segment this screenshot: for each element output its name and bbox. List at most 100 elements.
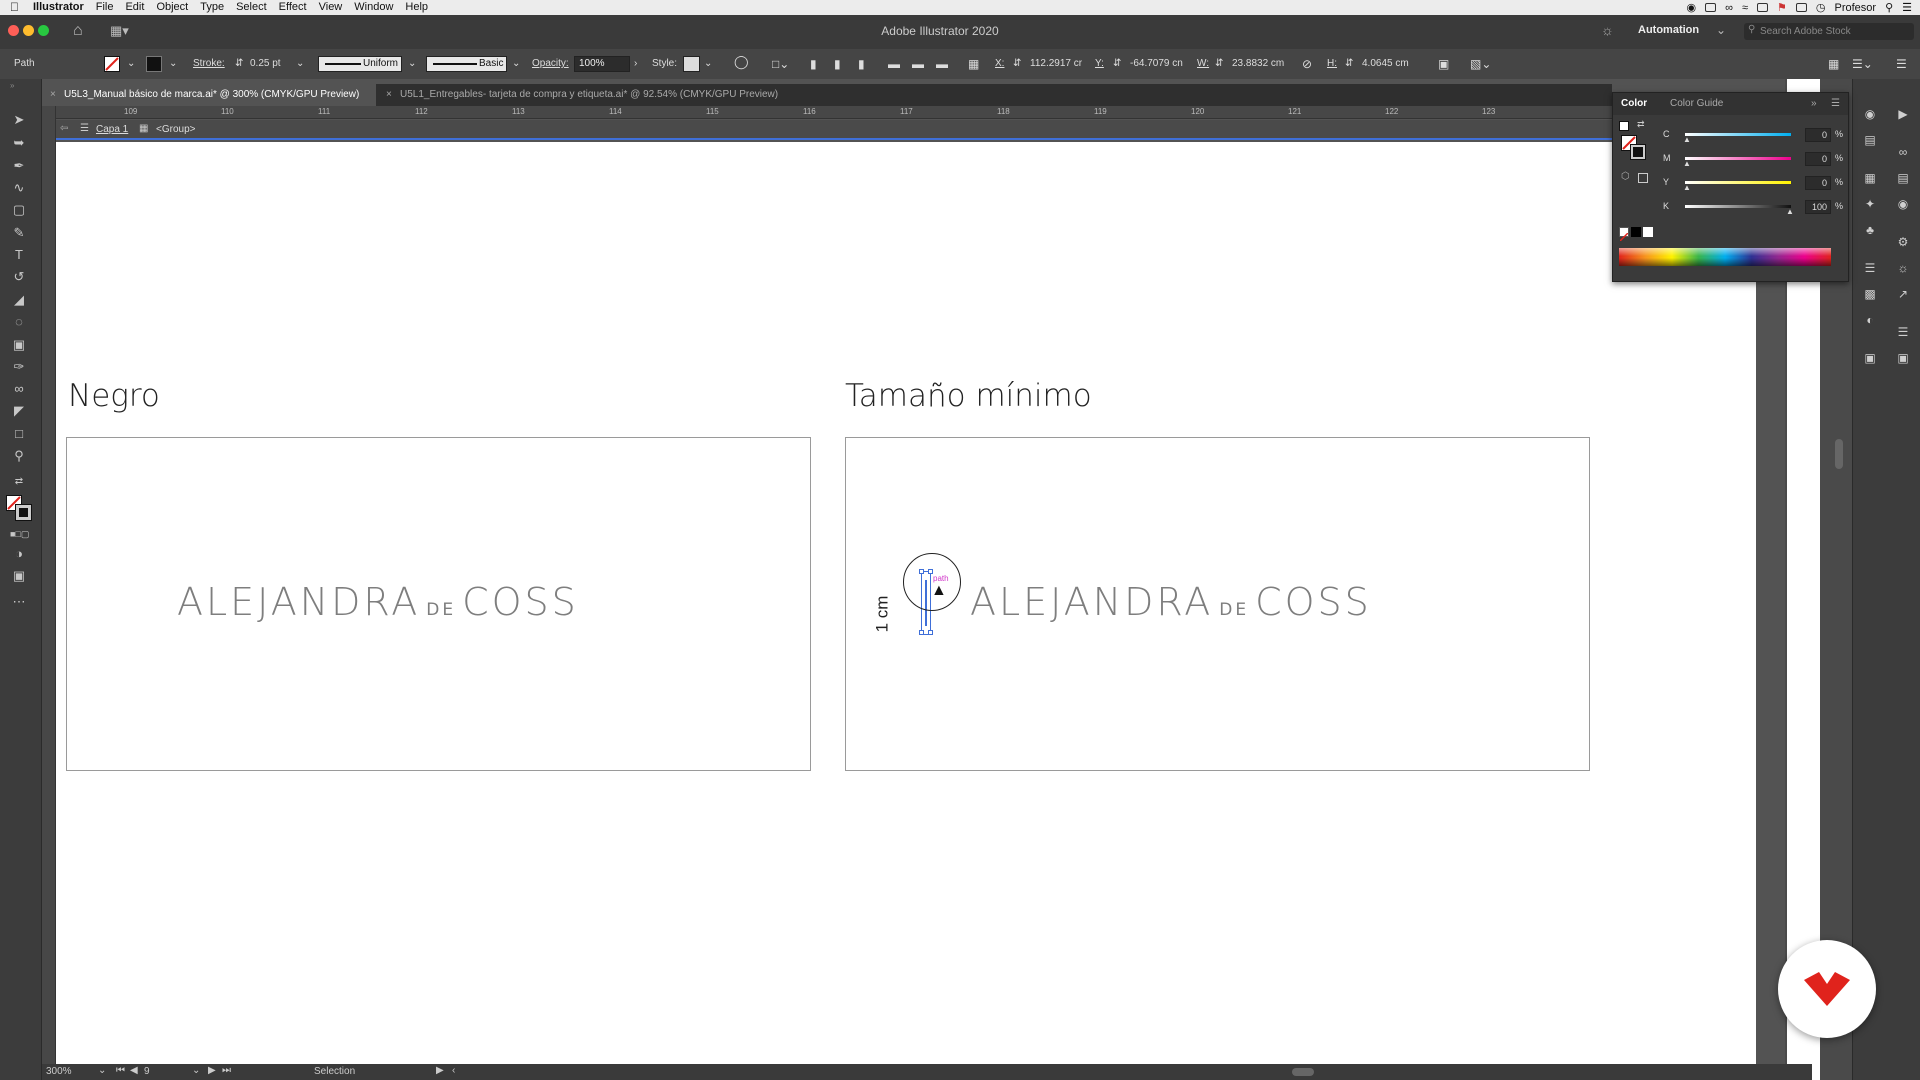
- resize-handle[interactable]: [919, 630, 924, 635]
- align-right-icon[interactable]: ▮: [858, 57, 865, 71]
- more-tools-icon[interactable]: ⋯: [10, 593, 28, 611]
- brush-definition[interactable]: Basic: [426, 56, 507, 72]
- menu-icon[interactable]: ☰: [1896, 57, 1907, 71]
- align-bottom-icon[interactable]: ▬: [936, 57, 948, 71]
- align-center-icon[interactable]: ▮: [834, 57, 841, 71]
- chevron-right-icon[interactable]: ›: [634, 57, 637, 71]
- zoom-tool-icon[interactable]: ⚲: [10, 447, 28, 465]
- chevron-down-icon[interactable]: ⌄: [296, 57, 304, 71]
- transform-icon[interactable]: ▣: [1438, 57, 1449, 71]
- constrain-proportions-icon[interactable]: ⊘: [1302, 57, 1312, 71]
- align-to-icon[interactable]: □⌄: [772, 57, 789, 71]
- align-middle-icon[interactable]: ▬: [912, 57, 924, 71]
- menu-edit[interactable]: Edit: [119, 0, 150, 15]
- list-icon[interactable]: ☰: [1902, 1, 1912, 14]
- curvature-tool-icon[interactable]: ∿: [10, 179, 28, 197]
- channel-value[interactable]: 0: [1805, 128, 1831, 142]
- align-top-icon[interactable]: ▬: [888, 57, 900, 71]
- scroll-thumb[interactable]: [1835, 439, 1843, 469]
- properties-icon[interactable]: ⚙: [1895, 235, 1911, 249]
- chevron-down-icon[interactable]: ⌄: [127, 57, 135, 71]
- tab-color-guide[interactable]: Color Guide: [1670, 97, 1723, 111]
- web-safe-icon[interactable]: [1638, 173, 1648, 183]
- stock-search[interactable]: ⚲ Search Adobe Stock: [1744, 23, 1914, 40]
- slider-thumb-icon[interactable]: ▲: [1683, 183, 1691, 192]
- chevron-down-icon[interactable]: ⌄: [408, 57, 416, 71]
- color-spectrum[interactable]: [1619, 248, 1831, 266]
- export-asset-icon[interactable]: ↗: [1895, 287, 1911, 301]
- rotate-tool-icon[interactable]: ↺: [10, 268, 28, 286]
- menu-app[interactable]: Illustrator: [25, 0, 90, 15]
- slider-track[interactable]: [1685, 157, 1791, 160]
- stroke-indicator[interactable]: [15, 504, 32, 521]
- vertical-ruler[interactable]: [42, 106, 56, 1064]
- lightbulb-icon[interactable]: ☼: [1601, 22, 1614, 38]
- chevron-down-icon[interactable]: ⌄: [192, 1065, 200, 1076]
- breadcrumb-group[interactable]: <Group>: [156, 124, 195, 135]
- stroke-weight-value[interactable]: 0.25 pt: [250, 57, 281, 71]
- h-field[interactable]: 4.0645 cm: [1362, 57, 1409, 71]
- horizontal-ruler[interactable]: 109 110 111 112 113 114 115 116 117 118 …: [56, 106, 1612, 119]
- tab-manual-basico[interactable]: × U5L3_Manual básico de marca.ai* @ 300%…: [42, 84, 376, 106]
- stroke-swatch[interactable]: [146, 56, 162, 72]
- horizontal-scroll-thumb[interactable]: [1292, 1068, 1314, 1076]
- links-icon[interactable]: ∞: [1895, 145, 1911, 159]
- h-label[interactable]: H:: [1327, 57, 1337, 71]
- menu-effect[interactable]: Effect: [273, 0, 313, 15]
- y-label[interactable]: Y:: [1095, 57, 1104, 71]
- menu-object[interactable]: Object: [150, 0, 194, 15]
- last-artboard-icon[interactable]: ⏭: [222, 1065, 231, 1076]
- libraries-icon[interactable]: ◉: [1895, 197, 1911, 211]
- panel-options-icon[interactable]: ☰⌄: [1852, 57, 1873, 71]
- logo-box-min-size[interactable]: 1 cm path ▲ ALEJANDRA DE COSS: [845, 437, 1590, 771]
- appearance-panel-icon[interactable]: ◉: [1862, 107, 1878, 121]
- collapse-icon[interactable]: »: [1811, 97, 1817, 111]
- scroll-left-icon[interactable]: ‹: [452, 1065, 455, 1076]
- blend-tool-icon[interactable]: ∞: [10, 380, 28, 398]
- pencil-tool-icon[interactable]: ✎: [10, 224, 28, 242]
- symbols-icon[interactable]: ♣: [1862, 223, 1878, 237]
- tab-entregables[interactable]: × U5L1_Entregables- tarjeta de compra y …: [378, 84, 858, 106]
- menu-type[interactable]: Type: [194, 0, 230, 15]
- swap-fill-stroke-icon[interactable]: ⇄: [10, 473, 28, 491]
- selection-tool-icon[interactable]: ➤: [10, 111, 28, 129]
- screen-icon[interactable]: [1705, 3, 1717, 12]
- logo-box-black[interactable]: ALEJANDRA DE COSS: [66, 437, 811, 771]
- screen-mode-icon[interactable]: ▣: [10, 567, 28, 585]
- out-of-gamut-icon[interactable]: ⬡: [1621, 171, 1630, 182]
- close-icon[interactable]: ×: [50, 84, 56, 106]
- color-mode-icons[interactable]: ■□▢: [10, 525, 29, 543]
- collapse-icon[interactable]: »: [10, 81, 14, 90]
- eyedropper-tool-icon[interactable]: ✑: [10, 358, 28, 376]
- menu-view[interactable]: View: [313, 0, 349, 15]
- stroke-swatch[interactable]: [1630, 144, 1646, 160]
- align-left-icon[interactable]: ▮: [810, 57, 817, 71]
- fill-swatch[interactable]: [104, 56, 120, 72]
- artboard-tool-icon[interactable]: □: [10, 425, 28, 443]
- stepper-icon[interactable]: ⇵: [235, 57, 243, 71]
- transparency-panel-icon[interactable]: ◐: [1862, 313, 1878, 327]
- type-tool-icon[interactable]: T: [10, 246, 28, 264]
- brushes-icon[interactable]: ✦: [1862, 197, 1878, 211]
- channel-value[interactable]: 0: [1805, 152, 1831, 166]
- gradient-tool-icon[interactable]: ▣: [10, 336, 28, 354]
- chevron-down-icon[interactable]: ⌄: [169, 57, 177, 71]
- slider-thumb-icon[interactable]: ▲: [1683, 135, 1691, 144]
- battery-icon[interactable]: [1795, 3, 1807, 12]
- transform-options-icon[interactable]: ▧⌄: [1470, 57, 1491, 71]
- document-info-icon[interactable]: ▤: [1862, 133, 1878, 147]
- chevron-down-icon[interactable]: ⌄: [1716, 23, 1726, 37]
- sun-icon[interactable]: ☼: [1895, 261, 1911, 275]
- panel-menu-icon[interactable]: ☰: [1831, 97, 1840, 111]
- none-swatch[interactable]: [1619, 227, 1629, 242]
- eraser-tool-icon[interactable]: ◢: [10, 291, 28, 309]
- x-field[interactable]: 112.2917 cr: [1030, 57, 1082, 71]
- slider-track[interactable]: [1685, 181, 1791, 184]
- stroke-panel-icon[interactable]: ☰: [1862, 261, 1878, 275]
- artboards-panel-icon[interactable]: ▣: [1895, 351, 1911, 365]
- reference-point-icon[interactable]: ▦: [968, 57, 979, 71]
- status-menu-icon[interactable]: ▶: [436, 1065, 444, 1076]
- chevron-down-icon[interactable]: ⌄: [704, 57, 712, 71]
- artboard-canvas[interactable]: Negro Tamaño mínimo ALEJANDRA DE COSS 1 cm…: [56, 142, 1756, 1064]
- breadcrumb-layer[interactable]: Capa 1: [96, 124, 128, 135]
